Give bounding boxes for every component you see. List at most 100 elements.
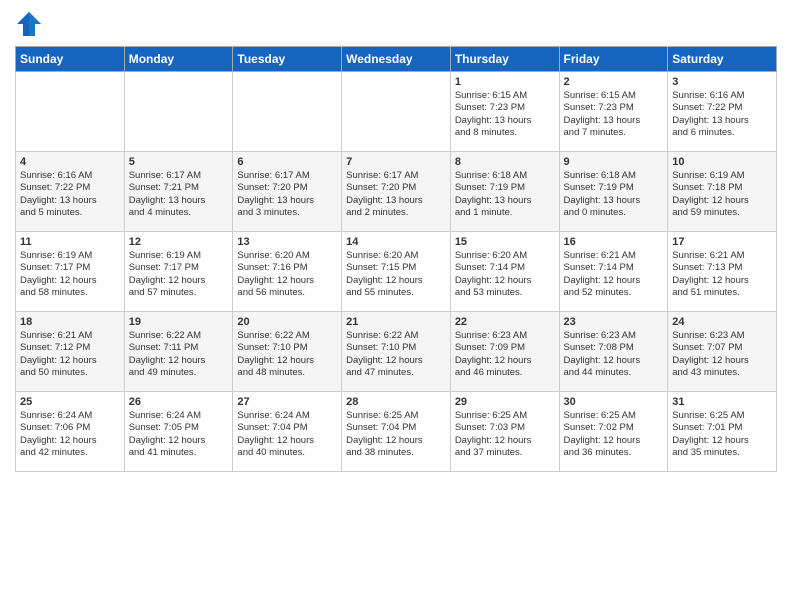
day-info-line: and 48 minutes.	[237, 367, 337, 379]
day-info-line: Sunrise: 6:23 AM	[564, 330, 664, 342]
day-info-line: and 36 minutes.	[564, 447, 664, 459]
day-info-line: Daylight: 12 hours	[20, 275, 120, 287]
day-info-line: Sunrise: 6:20 AM	[346, 250, 446, 262]
day-number: 16	[564, 236, 664, 248]
col-header-thursday: Thursday	[450, 47, 559, 72]
day-number: 30	[564, 396, 664, 408]
day-info-line: Sunset: 7:10 PM	[237, 342, 337, 354]
day-number: 17	[672, 236, 772, 248]
day-info-line: Sunrise: 6:20 AM	[237, 250, 337, 262]
day-info-line: and 57 minutes.	[129, 287, 229, 299]
day-info-line: Sunset: 7:15 PM	[346, 262, 446, 274]
day-info-line: Daylight: 12 hours	[564, 275, 664, 287]
day-info-line: and 55 minutes.	[346, 287, 446, 299]
day-info-line: Sunrise: 6:22 AM	[129, 330, 229, 342]
day-info-line: Sunset: 7:12 PM	[20, 342, 120, 354]
day-info-line: Sunset: 7:14 PM	[455, 262, 555, 274]
day-info-line: and 50 minutes.	[20, 367, 120, 379]
day-info-line: and 53 minutes.	[455, 287, 555, 299]
day-info-line: Sunset: 7:05 PM	[129, 422, 229, 434]
day-number: 9	[564, 156, 664, 168]
day-info-line: and 46 minutes.	[455, 367, 555, 379]
day-info-line: and 3 minutes.	[237, 207, 337, 219]
day-info-line: and 6 minutes.	[672, 127, 772, 139]
day-info-line: Daylight: 12 hours	[20, 355, 120, 367]
day-info-line: Daylight: 12 hours	[20, 435, 120, 447]
day-info-line: and 0 minutes.	[564, 207, 664, 219]
day-info-line: Daylight: 13 hours	[455, 115, 555, 127]
day-info-line: Sunrise: 6:19 AM	[672, 170, 772, 182]
day-info-line: and 47 minutes.	[346, 367, 446, 379]
week-row-3: 11Sunrise: 6:19 AMSunset: 7:17 PMDayligh…	[16, 232, 777, 312]
day-info-line: Sunset: 7:10 PM	[346, 342, 446, 354]
day-number: 21	[346, 316, 446, 328]
day-info-line: Daylight: 13 hours	[564, 195, 664, 207]
logo-icon	[15, 10, 43, 38]
day-info-line: Daylight: 12 hours	[564, 435, 664, 447]
day-info-line: Daylight: 12 hours	[129, 275, 229, 287]
day-number: 1	[455, 76, 555, 88]
day-number: 26	[129, 396, 229, 408]
day-info-line: and 56 minutes.	[237, 287, 337, 299]
day-info-line: Sunrise: 6:25 AM	[455, 410, 555, 422]
col-header-wednesday: Wednesday	[342, 47, 451, 72]
week-row-1: 1Sunrise: 6:15 AMSunset: 7:23 PMDaylight…	[16, 72, 777, 152]
day-info-line: Daylight: 12 hours	[237, 275, 337, 287]
day-info-line: Sunrise: 6:23 AM	[455, 330, 555, 342]
day-number: 28	[346, 396, 446, 408]
day-cell	[233, 72, 342, 152]
day-info-line: Daylight: 12 hours	[455, 355, 555, 367]
logo	[15, 10, 47, 38]
day-info-line: Daylight: 12 hours	[672, 275, 772, 287]
day-number: 10	[672, 156, 772, 168]
day-info-line: Daylight: 12 hours	[129, 435, 229, 447]
day-cell: 30Sunrise: 6:25 AMSunset: 7:02 PMDayligh…	[559, 392, 668, 472]
day-cell: 5Sunrise: 6:17 AMSunset: 7:21 PMDaylight…	[124, 152, 233, 232]
day-info-line: Sunset: 7:22 PM	[672, 102, 772, 114]
day-number: 2	[564, 76, 664, 88]
day-info-line: Sunrise: 6:15 AM	[455, 90, 555, 102]
day-number: 19	[129, 316, 229, 328]
day-number: 11	[20, 236, 120, 248]
day-info-line: Sunset: 7:01 PM	[672, 422, 772, 434]
day-cell: 8Sunrise: 6:18 AMSunset: 7:19 PMDaylight…	[450, 152, 559, 232]
day-number: 12	[129, 236, 229, 248]
day-number: 7	[346, 156, 446, 168]
day-cell: 7Sunrise: 6:17 AMSunset: 7:20 PMDaylight…	[342, 152, 451, 232]
calendar-table: SundayMondayTuesdayWednesdayThursdayFrid…	[15, 46, 777, 472]
day-info-line: and 1 minute.	[455, 207, 555, 219]
day-info-line: Sunset: 7:02 PM	[564, 422, 664, 434]
day-cell: 14Sunrise: 6:20 AMSunset: 7:15 PMDayligh…	[342, 232, 451, 312]
day-number: 25	[20, 396, 120, 408]
day-cell: 6Sunrise: 6:17 AMSunset: 7:20 PMDaylight…	[233, 152, 342, 232]
day-info-line: Daylight: 12 hours	[237, 355, 337, 367]
day-cell: 16Sunrise: 6:21 AMSunset: 7:14 PMDayligh…	[559, 232, 668, 312]
day-number: 8	[455, 156, 555, 168]
day-info-line: Sunrise: 6:24 AM	[237, 410, 337, 422]
day-info-line: Daylight: 13 hours	[672, 115, 772, 127]
day-info-line: Sunset: 7:19 PM	[455, 182, 555, 194]
day-info-line: Sunrise: 6:22 AM	[346, 330, 446, 342]
day-info-line: Sunset: 7:04 PM	[346, 422, 446, 434]
day-info-line: Sunset: 7:14 PM	[564, 262, 664, 274]
day-info-line: and 37 minutes.	[455, 447, 555, 459]
col-header-sunday: Sunday	[16, 47, 125, 72]
day-info-line: and 52 minutes.	[564, 287, 664, 299]
day-info-line: and 41 minutes.	[129, 447, 229, 459]
day-info-line: Sunrise: 6:15 AM	[564, 90, 664, 102]
day-info-line: and 38 minutes.	[346, 447, 446, 459]
day-info-line: Daylight: 12 hours	[346, 275, 446, 287]
day-info-line: Daylight: 12 hours	[237, 435, 337, 447]
day-cell: 22Sunrise: 6:23 AMSunset: 7:09 PMDayligh…	[450, 312, 559, 392]
day-number: 24	[672, 316, 772, 328]
col-header-monday: Monday	[124, 47, 233, 72]
day-info-line: and 44 minutes.	[564, 367, 664, 379]
col-header-friday: Friday	[559, 47, 668, 72]
day-number: 20	[237, 316, 337, 328]
day-cell: 18Sunrise: 6:21 AMSunset: 7:12 PMDayligh…	[16, 312, 125, 392]
day-info-line: Sunset: 7:23 PM	[455, 102, 555, 114]
header	[15, 10, 777, 38]
day-cell: 1 Sunrise: 6:15 AMSunset: 7:23 PMDaylight…	[450, 72, 559, 152]
day-cell: 17Sunrise: 6:21 AMSunset: 7:13 PMDayligh…	[668, 232, 777, 312]
day-info-line: Sunset: 7:20 PM	[346, 182, 446, 194]
